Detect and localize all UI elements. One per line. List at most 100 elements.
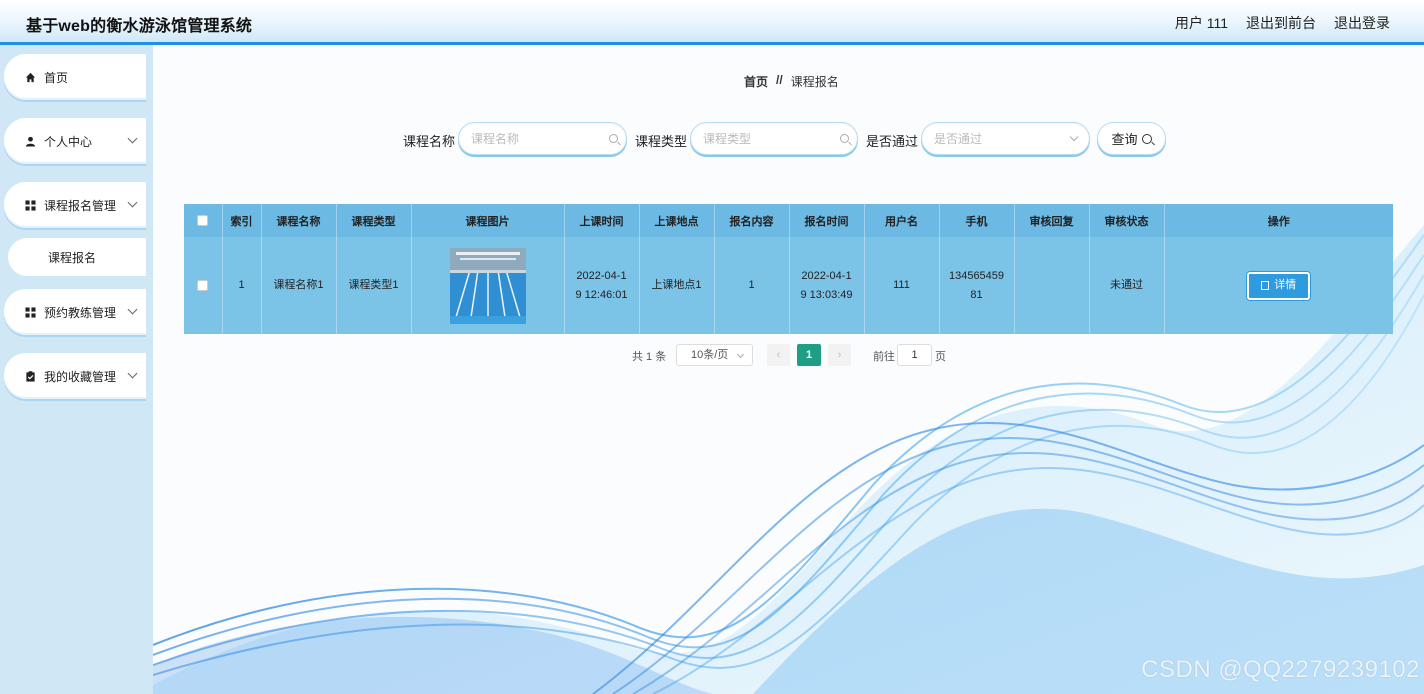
cell-review-reply bbox=[1014, 237, 1090, 334]
chevron-down-icon bbox=[1069, 132, 1079, 142]
passed-placeholder: 是否通过 bbox=[934, 132, 983, 146]
page-unit-label: 页 bbox=[935, 351, 946, 363]
query-label: 查询 bbox=[1111, 132, 1138, 147]
select-all-cell bbox=[184, 204, 223, 237]
page-size-value: 10条/页 bbox=[691, 349, 729, 361]
phone-line1: 134565459 bbox=[948, 269, 1005, 282]
watermark: CSDN @QQ2279239102 bbox=[1141, 656, 1420, 683]
sidebar-item-label: 首页 bbox=[44, 70, 69, 85]
cell-course-name: 课程名称1 bbox=[261, 237, 337, 334]
chevron-down-icon bbox=[127, 304, 138, 315]
column-header[interactable]: 手机 bbox=[939, 204, 1015, 237]
course-type-placeholder: 课程类型 bbox=[703, 132, 752, 146]
sidebar-item-coach-booking-mgmt[interactable]: 预约教练管理 bbox=[4, 289, 146, 335]
total-count: 共 1 条 bbox=[632, 351, 667, 363]
column-header[interactable]: 用户名 bbox=[864, 204, 940, 237]
course-signup-table: 索引 课程名称 课程类型 课程图片 上课时间 上课地点 报名内容 报名时间 用户… bbox=[184, 204, 1393, 334]
goto-label: 前往 bbox=[873, 351, 895, 363]
cell-course-type: 课程类型1 bbox=[336, 237, 412, 334]
goto-page-input[interactable]: 1 bbox=[897, 344, 932, 366]
user-icon bbox=[24, 135, 36, 147]
grid-icon bbox=[24, 199, 36, 211]
sidebar-item-home[interactable]: 首页 bbox=[4, 54, 146, 100]
cell-location: 上课地点1 bbox=[639, 237, 715, 334]
chevron-down-icon bbox=[127, 197, 138, 208]
column-header[interactable]: 课程名称 bbox=[261, 204, 337, 237]
select-all-checkbox[interactable] bbox=[197, 215, 209, 227]
class-time-line1: 2022-04-1 bbox=[576, 269, 627, 282]
detail-label: 详情 bbox=[1274, 279, 1297, 292]
table-row: 1 课程名称1 课程类型1 2022-04-1 9 12:46:01 上课地点1… bbox=[184, 237, 1393, 334]
cell-review-status: 未通过 bbox=[1089, 237, 1165, 334]
column-header[interactable]: 审核状态 bbox=[1089, 204, 1165, 237]
passed-label: 是否通过 bbox=[866, 134, 919, 149]
search-icon bbox=[1141, 133, 1152, 144]
sidebar-item-personal-center[interactable]: 个人中心 bbox=[4, 118, 146, 164]
detail-button[interactable]: 详情 bbox=[1247, 271, 1311, 300]
sidebar-subitem-course-signup[interactable]: 课程报名 bbox=[8, 238, 146, 276]
column-header[interactable]: 索引 bbox=[222, 204, 262, 237]
query-button[interactable]: 查询 bbox=[1097, 122, 1166, 155]
column-header[interactable]: 课程图片 bbox=[411, 204, 565, 237]
breadcrumb-current: 课程报名 bbox=[790, 75, 839, 89]
cell-phone: 134565459 81 bbox=[939, 237, 1015, 334]
chevron-down-icon bbox=[127, 133, 138, 144]
row-checkbox[interactable] bbox=[197, 279, 209, 291]
cell-content: 1 bbox=[714, 237, 790, 334]
course-type-label: 课程类型 bbox=[635, 134, 688, 149]
cell-signup-time: 2022-04-1 9 13:03:49 bbox=[789, 237, 865, 334]
document-icon bbox=[1261, 281, 1270, 290]
page-size-select[interactable]: 10条/页 bbox=[676, 344, 753, 366]
sidebar-item-favorites-mgmt[interactable]: 我的收藏管理 bbox=[4, 353, 146, 399]
sidebar-item-label: 我的收藏管理 bbox=[44, 369, 117, 384]
cell-username: 111 bbox=[864, 237, 940, 334]
column-header[interactable]: 上课时间 bbox=[564, 204, 640, 237]
column-header[interactable]: 审核回复 bbox=[1014, 204, 1090, 237]
user-label[interactable]: 用户 111 bbox=[1175, 13, 1228, 33]
search-icon bbox=[840, 134, 849, 143]
column-header: 操作 bbox=[1164, 204, 1393, 237]
prev-page-button[interactable]: ‹ bbox=[767, 344, 790, 366]
breadcrumb: 首页 // 课程报名 bbox=[744, 73, 839, 90]
course-name-placeholder: 课程名称 bbox=[471, 132, 520, 146]
sidebar-item-label: 课程报名管理 bbox=[44, 198, 117, 213]
header-actions: 用户 111 退出到前台 退出登录 bbox=[1175, 13, 1390, 33]
home-icon bbox=[24, 71, 36, 83]
signup-time-line1: 2022-04-1 bbox=[801, 269, 852, 282]
sidebar-item-label: 预约教练管理 bbox=[44, 305, 117, 320]
swimming-pool-image[interactable] bbox=[449, 247, 526, 324]
breadcrumb-home[interactable]: 首页 bbox=[744, 73, 768, 90]
next-page-button[interactable]: › bbox=[828, 344, 851, 366]
cell-index: 1 bbox=[222, 237, 262, 334]
sidebar-item-course-signup-mgmt[interactable]: 课程报名管理 bbox=[4, 182, 146, 228]
chevron-down-icon bbox=[127, 368, 138, 379]
column-header[interactable]: 上课地点 bbox=[639, 204, 715, 237]
table-header-row: 索引 课程名称 课程类型 课程图片 上课时间 上课地点 报名内容 报名时间 用户… bbox=[184, 204, 1393, 237]
course-type-input[interactable]: 课程类型 bbox=[690, 122, 858, 155]
main-content: 首页 // 课程报名 课程名称 课程名称 课程类型 课程类型 是否通过 是否通过… bbox=[153, 45, 1424, 694]
cell-class-time: 2022-04-1 9 12:46:01 bbox=[564, 237, 640, 334]
exit-front-link[interactable]: 退出到前台 bbox=[1246, 13, 1316, 33]
grid-icon bbox=[24, 306, 36, 318]
phone-line2: 81 bbox=[970, 288, 983, 301]
app-title: 基于web的衡水游泳馆管理系统 bbox=[26, 18, 253, 35]
passed-select[interactable]: 是否通过 bbox=[921, 122, 1090, 155]
breadcrumb-separator: // bbox=[776, 73, 783, 87]
clipboard-icon bbox=[24, 370, 36, 382]
column-header[interactable]: 报名时间 bbox=[789, 204, 865, 237]
column-header[interactable]: 报名内容 bbox=[714, 204, 790, 237]
logout-link[interactable]: 退出登录 bbox=[1334, 13, 1390, 33]
sidebar-item-label: 个人中心 bbox=[44, 134, 93, 149]
pagination: 共 1 条 10条/页 ‹ 1 › 前往 1 页 bbox=[153, 344, 1424, 366]
row-select-cell bbox=[184, 237, 223, 334]
cell-actions: 详情 bbox=[1164, 237, 1393, 334]
column-header[interactable]: 课程类型 bbox=[336, 204, 412, 237]
top-header: 基于web的衡水游泳馆管理系统 用户 111 退出到前台 退出登录 bbox=[0, 0, 1424, 45]
signup-time-line2: 9 13:03:49 bbox=[800, 288, 853, 301]
cell-course-image bbox=[411, 237, 565, 334]
class-time-line2: 9 12:46:01 bbox=[575, 288, 628, 301]
course-name-input[interactable]: 课程名称 bbox=[458, 122, 627, 155]
course-name-label: 课程名称 bbox=[403, 134, 456, 149]
chevron-down-icon bbox=[736, 350, 745, 359]
page-number-current[interactable]: 1 bbox=[797, 344, 821, 366]
